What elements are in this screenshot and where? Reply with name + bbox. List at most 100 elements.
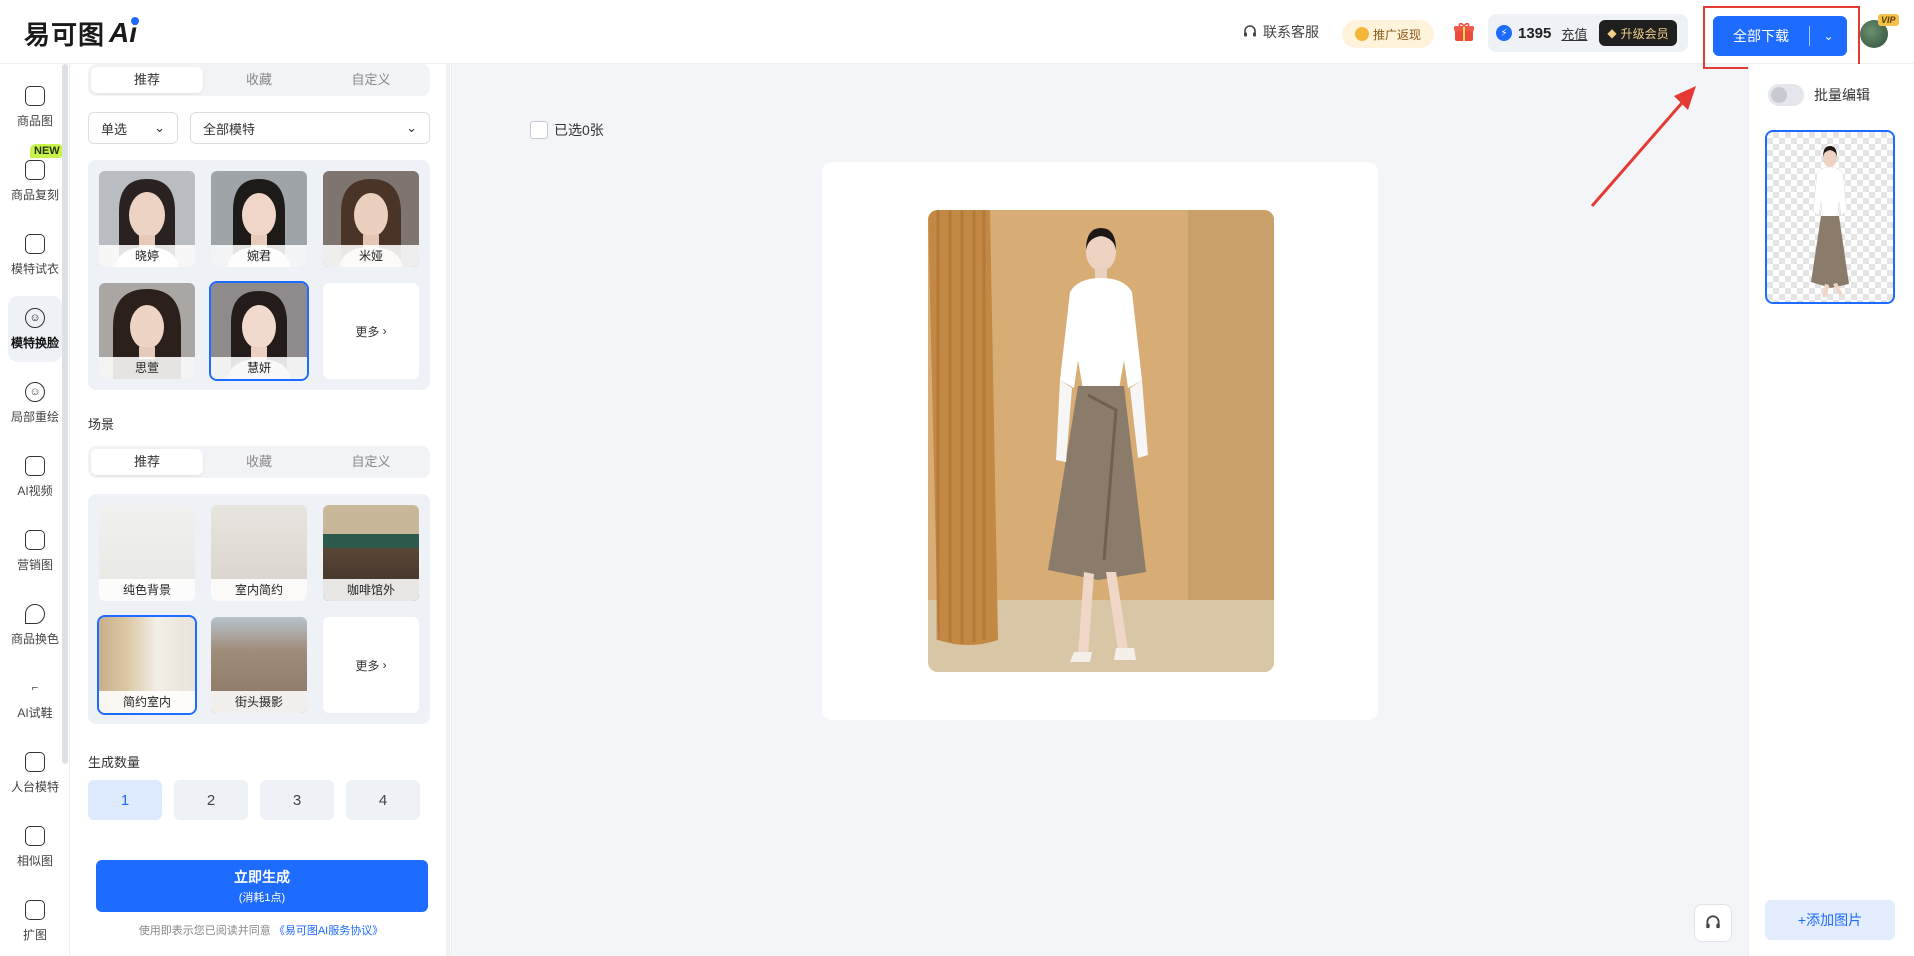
tab-scene-favorites[interactable]: 收藏 [203,449,315,475]
agreement-prefix: 使用即表示您已阅读并同意 [138,925,271,937]
chevron-down-icon: ⌄ [406,120,417,135]
tab-model-recommended[interactable]: 推荐 [91,67,203,93]
nav-label: 商品复刻 [10,187,59,202]
tab-scene-custom[interactable]: 自定义 [315,449,427,475]
nav-label: 商品图 [16,113,53,128]
bag-icon [25,85,45,106]
new-badge: NEW [30,144,64,158]
app-logo[interactable]: 易可图 Ai [24,17,140,51]
agreement-link[interactable]: 《易可图AI服务协议》 [274,925,383,937]
quantity-option-3[interactable]: 3 [260,780,334,820]
expand-image-icon [25,899,45,920]
model-name: 慧妍 [211,357,307,379]
panel-scrollbar[interactable] [446,64,450,956]
config-panel: 推荐 收藏 自定义 单选 ⌄ 全部模特 ⌄ 晓婷 婉君 米娅 思萱 慧妍 更多 … [70,64,452,956]
nav-label: 人台模特 [10,779,59,794]
upgrade-member-button[interactable]: ◆ 升级会员 [1599,20,1677,46]
scene-section-title: 场景 [88,417,115,432]
select-all-control[interactable]: 已选0张 [530,120,604,140]
nav-item-inpaint[interactable]: ☺ 局部重绘 [8,370,62,436]
nav-label: 商品换色 [10,631,59,646]
mannequin-icon [25,751,45,772]
top-bar: 易可图 Ai 联系客服 推广返现 ⚡ 1395 充值 ◆ 升级会员 全部下载 ⌄… [0,0,1914,69]
scene-card[interactable]: 纯色背景 [99,505,195,601]
preview-card [822,162,1378,720]
generate-button[interactable]: 立即生成 (消耗1点) [96,860,428,912]
nav-item-ai-shoe[interactable]: ⌐ AI试鞋 [8,666,62,732]
scene-card-selected[interactable]: 简约室内 [97,615,197,715]
generated-image[interactable] [928,210,1274,672]
headset-icon [1244,25,1256,37]
credits-panel: ⚡ 1395 充值 ◆ 升级会员 [1488,14,1688,52]
nav-label: 相似图 [16,853,53,868]
gift-icon[interactable] [1452,20,1476,50]
model-card-selected[interactable]: 慧妍 [209,281,309,381]
model-name: 婉君 [211,245,307,267]
promo-label: 推广返现 [1372,27,1421,42]
scene-name: 简约室内 [99,691,195,713]
contact-service-button[interactable]: 联系客服 [1242,22,1319,42]
nav-item-face-swap[interactable]: ☺ 模特换脸 [8,296,62,362]
promo-cashback-button[interactable]: 推广返现 [1342,20,1434,48]
nav-item-similar[interactable]: 相似图 [8,814,62,880]
model-filter-dropdown[interactable]: 全部模特 ⌄ [190,112,430,144]
select-all-checkbox[interactable] [530,121,548,139]
nav-item-model-tryon[interactable]: 模特试衣 [8,222,62,288]
video-icon [25,455,45,476]
nav-label: AI试鞋 [17,705,53,720]
headset-icon [1706,915,1720,929]
model-card[interactable]: 婉君 [211,171,307,267]
scene-name: 纯色背景 [99,579,195,601]
nav-label: 营销图 [16,557,53,572]
model-name: 思萱 [99,357,195,379]
select-mode-dropdown[interactable]: 单选 ⌄ [88,112,178,144]
quantity-option-1[interactable]: 1 [88,780,162,820]
generate-cost: (消耗1点) [238,892,286,904]
similar-image-icon [25,825,45,846]
quantity-title: 生成数量 [88,755,141,770]
model-card[interactable]: 思萱 [99,283,195,379]
more-label: 更多 [355,658,380,673]
nav-item-recolor[interactable]: 商品换色 [8,592,62,658]
model-card[interactable]: 晓婷 [99,171,195,267]
generate-label: 立即生成 [234,869,290,885]
shoe-icon: ⌐ [31,681,39,694]
nav-label: 局部重绘 [10,409,59,424]
download-all-button[interactable]: 全部下载 ⌄ [1713,16,1847,56]
nav-item-product-image[interactable]: 商品图 [8,74,62,140]
quantity-option-2[interactable]: 2 [174,780,248,820]
batch-edit-control[interactable]: 批量编辑 [1748,84,1870,106]
scene-card[interactable]: 室内简约 [211,505,307,601]
nav-item-expand[interactable]: 扩图 [8,888,62,954]
model-card[interactable]: 米娅 [323,171,419,267]
scene-card[interactable]: 街头摄影 [211,617,307,713]
chevron-down-icon[interactable]: ⌄ [1810,29,1847,43]
image-thumbnail-selected[interactable] [1765,130,1895,304]
tab-model-custom[interactable]: 自定义 [315,67,427,93]
tab-scene-recommended[interactable]: 推荐 [91,449,203,475]
contact-service-label: 联系客服 [1263,24,1319,40]
download-all-label: 全部下载 [1733,28,1789,44]
scene-tabs: 推荐 收藏 自定义 [88,446,430,478]
download-highlight-box: 全部下载 ⌄ [1703,6,1860,69]
nav-scrollbar[interactable] [62,64,68,764]
selected-count-label: 已选0张 [554,122,604,138]
nav-item-ai-video[interactable]: AI视频 [8,444,62,510]
nav-item-mannequin[interactable]: 人台模特 [8,740,62,806]
scene-grid: 纯色背景 室内简约 咖啡馆外 简约室内 街头摄影 更多 › [88,494,430,724]
recharge-link[interactable]: 充值 [1561,24,1587,43]
upgrade-member-label: 升级会员 [1620,26,1669,41]
scene-more-button[interactable]: 更多 › [323,617,419,713]
batch-edit-toggle[interactable] [1768,84,1804,106]
nav-item-marketing[interactable]: 营销图 [8,518,62,584]
nav-label: 扩图 [22,927,47,942]
customer-support-float-button[interactable] [1694,904,1732,942]
scene-name: 咖啡馆外 [323,579,419,601]
tab-model-favorites[interactable]: 收藏 [203,67,315,93]
chevron-right-icon: › [379,324,387,338]
scene-name: 街头摄影 [211,691,307,713]
quantity-option-4[interactable]: 4 [346,780,420,820]
add-image-button[interactable]: +添加图片 [1765,900,1895,940]
scene-card[interactable]: 咖啡馆外 [323,505,419,601]
model-more-button[interactable]: 更多 › [323,283,419,379]
